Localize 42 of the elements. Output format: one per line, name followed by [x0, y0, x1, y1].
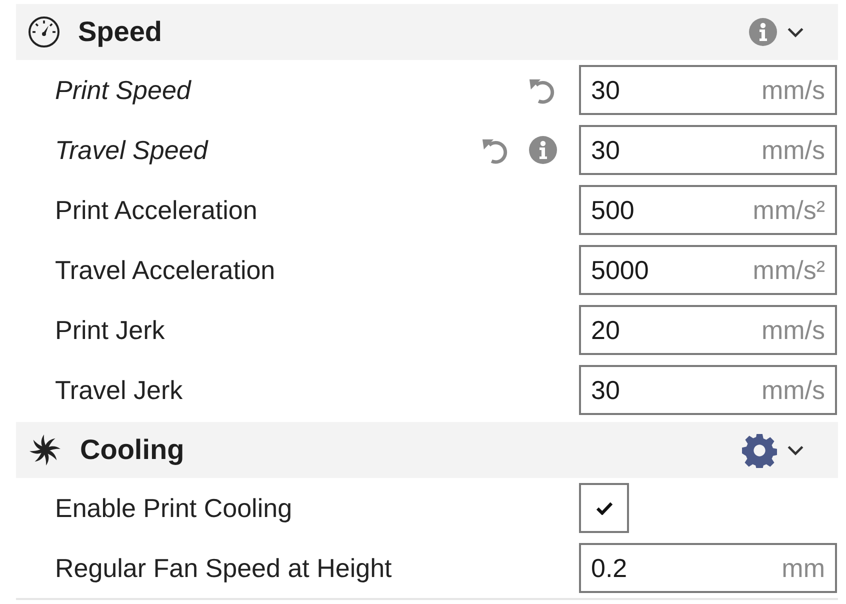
- number-input[interactable]: 20 mm/s: [579, 305, 837, 355]
- input-value: 5000: [591, 254, 649, 286]
- input-value: 20: [591, 314, 620, 346]
- info-icon[interactable]: [749, 18, 777, 46]
- input-value: 0.2: [591, 552, 628, 584]
- section-header[interactable]: Cooling: [16, 422, 838, 478]
- speedometer-icon: [28, 16, 60, 48]
- info-icon[interactable]: [529, 136, 557, 164]
- number-input[interactable]: 30 mm/s: [579, 365, 837, 415]
- setting-label: Print Speed: [55, 74, 191, 106]
- setting-label: Print Acceleration: [55, 194, 258, 226]
- section-title: Cooling: [80, 433, 184, 467]
- checkmark-icon: [596, 502, 612, 514]
- unit-label: mm/s: [761, 74, 825, 106]
- number-input[interactable]: 30 mm/s: [579, 65, 837, 115]
- setting-label: Print Jerk: [55, 314, 165, 346]
- unit-label: mm/s: [761, 134, 825, 166]
- unit-label: mm/s²: [752, 254, 825, 286]
- checkbox[interactable]: [579, 483, 629, 533]
- input-value: 30: [591, 74, 620, 106]
- section-title: Speed: [78, 15, 162, 49]
- unit-label: mm: [782, 552, 825, 584]
- settings-icon[interactable]: [742, 432, 777, 468]
- number-input[interactable]: 30 mm/s: [579, 125, 837, 175]
- unit-label: mm/s: [761, 374, 825, 406]
- input-value: 30: [591, 374, 620, 406]
- number-input[interactable]: 0.2 mm: [579, 543, 837, 593]
- chevron-down-icon[interactable]: [787, 444, 804, 456]
- chevron-down-icon[interactable]: [787, 26, 804, 38]
- number-input[interactable]: 5000 mm/s²: [579, 245, 837, 295]
- unit-label: mm/s²: [752, 194, 825, 226]
- setting-label: Travel Jerk: [55, 374, 183, 406]
- input-value: 30: [591, 134, 620, 166]
- unit-label: mm/s: [761, 314, 825, 346]
- section-header[interactable]: Speed: [16, 4, 838, 60]
- setting-label: Travel Acceleration: [55, 254, 276, 286]
- setting-label: Enable Print Cooling: [55, 492, 292, 524]
- setting-label: Regular Fan Speed at Height: [55, 552, 392, 584]
- input-value: 500: [591, 194, 634, 226]
- setting-label: Travel Speed: [55, 134, 208, 166]
- number-input[interactable]: 500 mm/s²: [579, 185, 837, 235]
- fan-icon: [28, 433, 62, 467]
